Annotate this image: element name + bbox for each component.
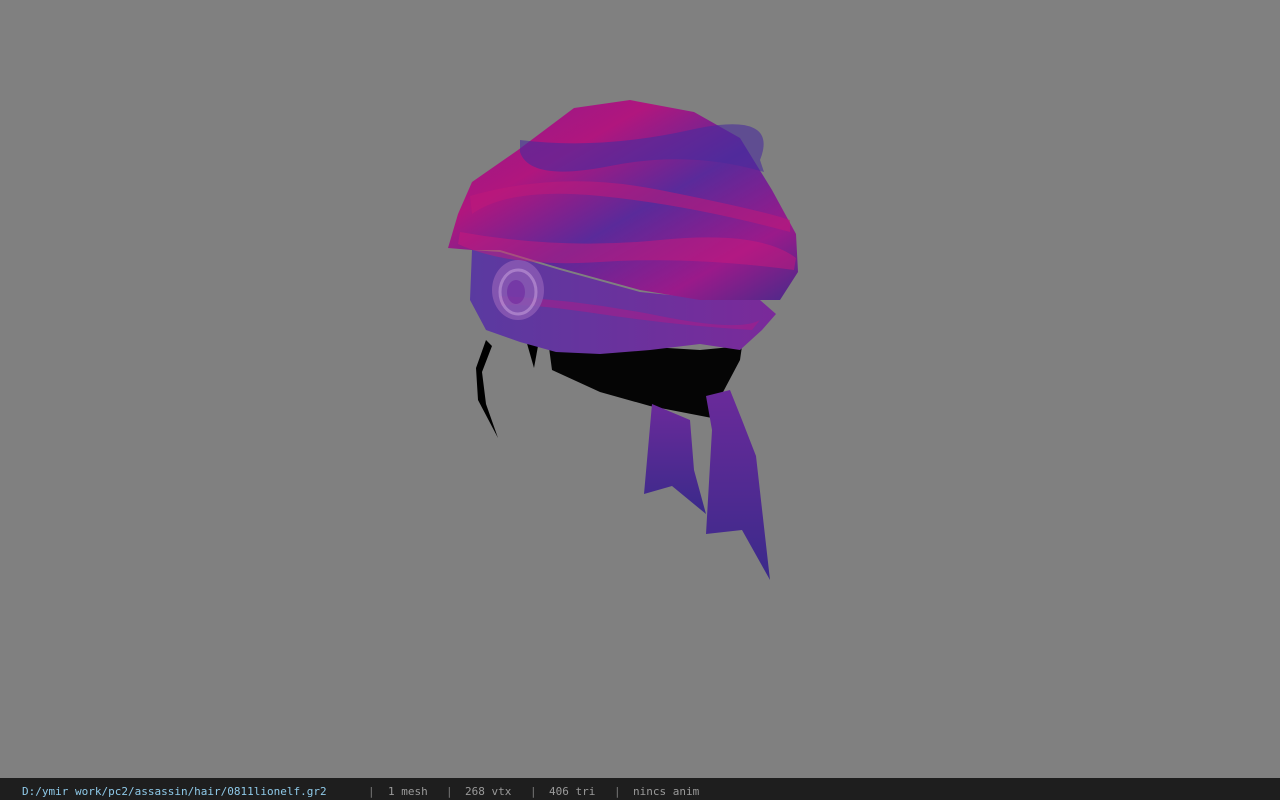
animation-status: nincs anim (633, 785, 700, 798)
mesh-count: 1 mesh (388, 785, 428, 798)
vertex-count: 268 vtx (465, 785, 512, 798)
status-bar: D:/ymir work/pc2/assassin/hair/0811lione… (0, 778, 1280, 800)
separator: | (368, 785, 375, 798)
triangle-count: 406 tri (549, 785, 596, 798)
3d-viewport[interactable] (0, 0, 1280, 778)
bandana-tail-2 (706, 390, 770, 580)
ear-swirl (492, 260, 544, 320)
file-path: D:/ymir work/pc2/assassin/hair/0811lione… (22, 785, 327, 798)
bandana-hair-model (448, 100, 798, 580)
hair-strand-left (476, 340, 498, 438)
separator: | (446, 785, 453, 798)
separator: | (530, 785, 537, 798)
bandana-tail-1 (644, 404, 706, 514)
separator: | (614, 785, 621, 798)
